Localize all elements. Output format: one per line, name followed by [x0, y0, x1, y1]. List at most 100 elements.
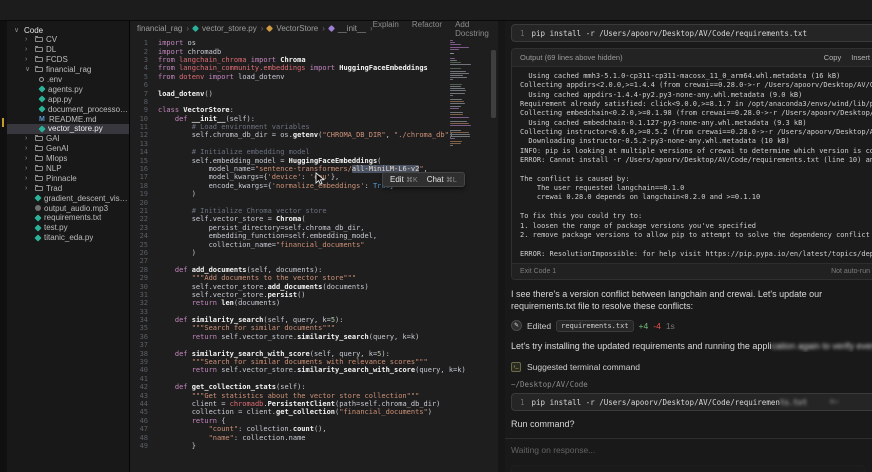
sidebar-item-trad[interactable]: › Trad [7, 183, 129, 193]
line-number: 36 [139, 332, 148, 341]
line-number: 33 [139, 307, 148, 316]
edited-file-chip[interactable]: ✎ Edited requirements.txt +4 -4 1s [511, 319, 872, 332]
line-number: 21 [139, 207, 148, 215]
edited-file-name[interactable]: requirements.txt [556, 319, 634, 332]
terminal-output-block: Output (69 lines above hidden) Copy Inse… [511, 48, 872, 280]
folder-icon [35, 184, 43, 191]
sidebar-item-agents-py[interactable]: agents.py [7, 84, 129, 94]
file-label: DL [46, 45, 57, 55]
code-line: 49 } [130, 442, 498, 450]
minimap-line [450, 140, 462, 142]
folder-icon [35, 145, 43, 152]
chat-action[interactable]: Chat ⌘L [427, 175, 457, 184]
sidebar-item-financial-rag[interactable]: ∨ financial_rag [7, 65, 129, 75]
line-number: 2 [143, 47, 148, 56]
minimap-line [450, 68, 461, 70]
file-label: Mlops [46, 154, 68, 164]
sidebar-item-gai[interactable]: › GAI [7, 134, 129, 144]
copy-button[interactable]: Copy [824, 53, 842, 62]
line-number: 44 [139, 399, 148, 408]
breadcrumb-method[interactable]: __init__ [338, 24, 366, 33]
file-label: GAI [46, 134, 60, 144]
file-label: document_processor.py [48, 104, 129, 114]
line-number: 4 [143, 64, 148, 73]
sidebar-item-cv[interactable]: › CV [7, 35, 129, 45]
chevron-right-icon: › [25, 165, 28, 173]
file-label: app.py [48, 94, 73, 104]
suggested-command-block[interactable]: 1 pip install -r /Users/apoorv/Desktop/A… [511, 393, 872, 412]
code-line: 22 self.vector_store = Chroma( [130, 215, 498, 223]
output-header: Output (69 lines above hidden) Copy Inse… [512, 49, 872, 67]
line-number: 40 [139, 366, 148, 375]
line-number: 7 [143, 89, 148, 98]
command-text: pip install -r /Users/apoorv/Desktop/AV/… [531, 397, 807, 407]
code-lines: 1 import os 2 import chromadb 3 from langchai… [130, 39, 498, 450]
breadcrumb-folder[interactable]: financial_rag [137, 24, 182, 33]
sidebar-item-requirements-txt[interactable]: requirements.txt [7, 213, 129, 223]
insert-button[interactable]: Insert [851, 53, 870, 62]
file-label: NLP [46, 164, 62, 174]
python-file-icon [34, 234, 42, 242]
chat-input[interactable] [511, 465, 865, 472]
minimap-line [450, 53, 454, 55]
edit-action[interactable]: Edit ⌘K [390, 175, 418, 184]
code-line: 47 "count": collection.count(), [130, 425, 498, 433]
line-number: 31 [139, 290, 148, 299]
breadcrumb-file[interactable]: vector_store.py [202, 24, 257, 33]
code-line: 19 ) [130, 190, 498, 198]
code-line: 38 def similarity_search_with_score(self… [130, 349, 498, 358]
sidebar-item-test-py[interactable]: test.py [7, 223, 129, 233]
chevron-right-icon: › [25, 56, 28, 64]
sidebar-item-app-py[interactable]: app.py [7, 94, 129, 104]
sidebar-item-output-audio-mp3[interactable]: output_audio.mp3 [7, 203, 129, 213]
line-number: 35 [139, 324, 148, 333]
activity-bar [0, 21, 7, 472]
output-line: The user requested langchain==0.1.0 [520, 184, 685, 193]
breadcrumb: financial_rag › vector_store.py › Vector… [137, 24, 373, 33]
code-line: 8 [130, 98, 498, 106]
minimap[interactable] [450, 40, 472, 147]
minimap-line [450, 61, 461, 63]
explorer-sidebar: ∨ Code › CV › DL › FCDS ∨ financial_rag .env agen… [7, 21, 130, 472]
sidebar-item-root[interactable]: ∨ Code [7, 25, 129, 35]
minimap-line [450, 129, 461, 131]
cursor-ide-window: ∨ Code › CV › DL › FCDS ∨ financial_rag .env agen… [0, 0, 872, 472]
folder-icon [35, 135, 43, 142]
run-command-prompt: Run command? [511, 419, 575, 430]
python-file-icon [34, 194, 42, 202]
sidebar-item-fcds[interactable]: › FCDS [7, 55, 129, 65]
markdown-icon: M [39, 115, 45, 123]
sidebar-item-document-processor-py[interactable]: document_processor.py [7, 104, 129, 114]
output-line: Using cached appdirs-1.4.4-py2.py3-none-… [520, 90, 803, 99]
editor-scrollbar[interactable] [491, 50, 496, 118]
sidebar-item-env[interactable]: .env [7, 75, 129, 85]
code-line: 42 def get_collection_stats(self): [130, 383, 498, 391]
output-text: Using cached mmh3-5.1.0-cp311-cp311-maco… [512, 67, 872, 263]
output-header-label: Output (69 lines above hidden) [520, 53, 623, 62]
code-editor: financial_rag › vector_store.py › Vector… [130, 21, 498, 472]
sidebar-item-gradient-descent-visualization[interactable]: gradient_descent_visualization... [7, 193, 129, 203]
sidebar-item-vector-store-py[interactable]: vector_store.py [7, 124, 129, 134]
sidebar-item-pinnacle[interactable]: › Pinnacle [7, 173, 129, 183]
code-line: 39 """Search for similar documents with … [130, 358, 498, 366]
mouse-cursor-icon [315, 172, 326, 185]
line-number: 22 [139, 215, 148, 224]
sidebar-item-dl[interactable]: › DL [7, 45, 129, 55]
code-area[interactable]: 1 import os 2 import chromadb 3 from langchai… [130, 36, 498, 450]
line-number: 47 [139, 425, 148, 434]
chevron-right-icon: › [25, 155, 28, 163]
sidebar-item-mlops[interactable]: › Mlops [7, 154, 129, 164]
sidebar-item-nlp[interactable]: › NLP [7, 164, 129, 174]
edit-duration: 1s [665, 320, 675, 331]
code-line: 15 self.embedding_model = HuggingFaceEmb… [130, 156, 498, 165]
output-line: 1. loosen the range of package versions … [520, 221, 757, 230]
sidebar-item-genai[interactable]: › GenAI [7, 144, 129, 154]
breadcrumb-class[interactable]: VectorStore [276, 24, 318, 33]
minimap-line [450, 42, 455, 44]
code-line: 5 from dotenv import load_dotenv [130, 73, 498, 81]
chevron-down-icon: ∨ [25, 66, 31, 74]
sidebar-item-titanic-eda-py[interactable]: titanic_eda.py [7, 233, 129, 243]
minimap-line [450, 123, 470, 125]
exit-code-label: Exit Code 1 [520, 267, 557, 275]
sidebar-item-readme-md[interactable]: M README.md [7, 114, 129, 124]
